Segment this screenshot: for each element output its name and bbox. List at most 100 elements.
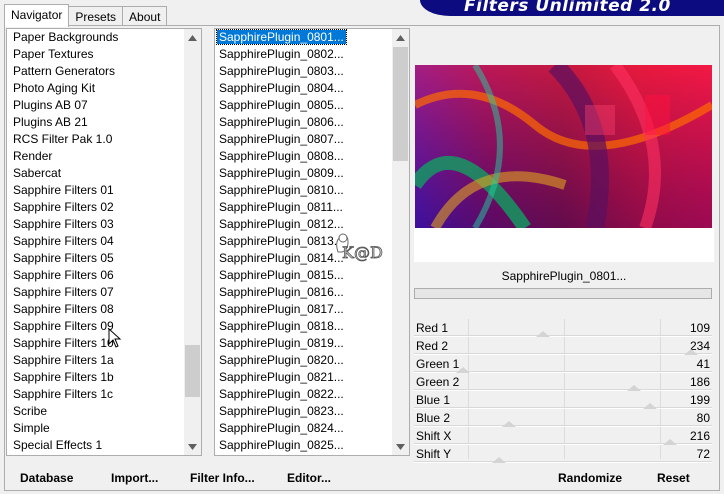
category-item[interactable]: Sapphire Filters 05 xyxy=(7,250,201,267)
parameter-row[interactable]: Shift X 216 xyxy=(414,427,716,445)
parameter-value: 186 xyxy=(689,375,710,389)
category-item[interactable]: Sapphire Filters 1a xyxy=(7,352,201,369)
filter-item[interactable]: SapphirePlugin_0801... xyxy=(215,29,409,46)
category-item[interactable]: Photo Aging Kit xyxy=(7,80,201,97)
category-scroll-thumb[interactable] xyxy=(185,345,200,397)
tab-presets[interactable]: Presets xyxy=(68,6,124,27)
filter-item[interactable]: SapphirePlugin_0818... xyxy=(215,318,409,335)
category-item[interactable]: Scribe xyxy=(7,403,201,420)
category-item[interactable]: Sapphire Filters 04 xyxy=(7,233,201,250)
filter-item[interactable]: SapphirePlugin_0819... xyxy=(215,335,409,352)
category-item[interactable]: Simple xyxy=(7,420,201,437)
tab-navigator[interactable]: Navigator xyxy=(4,4,70,27)
parameter-label: Red 1 xyxy=(416,321,449,335)
parameter-label: Blue 1 xyxy=(416,393,451,407)
category-item[interactable]: Sapphire Filters 06 xyxy=(7,267,201,284)
filter-item[interactable]: SapphirePlugin_0805... xyxy=(215,97,409,114)
tab-bar: Navigator Presets About xyxy=(4,4,168,27)
parameter-label: Green 1 xyxy=(416,357,460,371)
preview-margin xyxy=(414,228,714,262)
filter-item[interactable]: SapphirePlugin_0804... xyxy=(215,80,409,97)
filter-item[interactable]: SapphirePlugin_0807... xyxy=(215,131,409,148)
category-item[interactable]: Paper Backgrounds xyxy=(7,29,201,46)
progress-bar xyxy=(414,288,712,299)
category-item[interactable]: Render xyxy=(7,148,201,165)
category-item[interactable]: Pattern Generators xyxy=(7,63,201,80)
parameter-label: Blue 2 xyxy=(416,411,451,425)
parameter-row[interactable]: Green 2 186 xyxy=(414,373,716,391)
parameter-row[interactable]: Shift Y 72 xyxy=(414,445,716,463)
parameter-value: 199 xyxy=(689,393,710,407)
filter-item[interactable]: SapphirePlugin_0815... xyxy=(215,267,409,284)
category-item[interactable]: Sapphire Filters 1c xyxy=(7,386,201,403)
category-item[interactable]: Sapphire Filters 09 xyxy=(7,318,201,335)
category-item[interactable]: Sapphire Filters 02 xyxy=(7,199,201,216)
category-item[interactable]: Sapphire Filters 01 xyxy=(7,182,201,199)
category-item[interactable]: Sapphire Filters 08 xyxy=(7,301,201,318)
parameter-value: 80 xyxy=(696,411,710,425)
category-item[interactable]: Sapphire Filters 03 xyxy=(7,216,201,233)
category-item[interactable]: Special Effects 2 xyxy=(7,454,201,455)
filter-item[interactable]: SapphirePlugin_0823... xyxy=(215,403,409,420)
category-item[interactable]: Paper Textures xyxy=(7,46,201,63)
parameter-label: Green 2 xyxy=(416,375,460,389)
svg-text:K@D: K@D xyxy=(342,243,383,262)
filter-item[interactable]: SapphirePlugin_0802... xyxy=(215,46,409,63)
filter-item[interactable]: SapphirePlugin_0816... xyxy=(215,284,409,301)
parameter-value: 216 xyxy=(689,429,710,443)
scroll-up-icon[interactable] xyxy=(392,29,409,46)
parameter-value: 41 xyxy=(696,357,710,371)
filter-item[interactable]: SapphirePlugin_0806... xyxy=(215,114,409,131)
filter-item[interactable]: SapphirePlugin_0809... xyxy=(215,165,409,182)
parameter-row[interactable]: Blue 2 80 xyxy=(414,409,716,427)
filter-item[interactable]: SapphirePlugin_0825... xyxy=(215,437,409,454)
category-item[interactable]: Sapphire Filters 07 xyxy=(7,284,201,301)
filter-item[interactable]: SapphirePlugin_0817... xyxy=(215,301,409,318)
selected-filter-name: SapphirePlugin_0801... xyxy=(501,269,627,283)
scroll-down-icon[interactable] xyxy=(184,438,201,455)
filter-item[interactable]: SapphirePlugin_0811... xyxy=(215,199,409,216)
category-item[interactable]: Plugins AB 21 xyxy=(7,114,201,131)
banner-title: Filters Unlimited 2.0 xyxy=(464,0,671,16)
database-button[interactable]: Database xyxy=(20,463,73,491)
parameter-value: 72 xyxy=(696,447,710,461)
category-item[interactable]: Sabercat xyxy=(7,165,201,182)
filter-item[interactable]: SapphirePlugin_0803... xyxy=(215,63,409,80)
category-item[interactable]: Sapphire Filters 10 xyxy=(7,335,201,352)
tab-about[interactable]: About xyxy=(122,6,168,27)
randomize-button[interactable]: Randomize xyxy=(558,463,622,491)
parameter-label: Shift Y xyxy=(416,447,452,461)
import-button[interactable]: Import... xyxy=(111,463,158,491)
filter-item[interactable]: SapphirePlugin_0822... xyxy=(215,386,409,403)
parameter-row[interactable]: Green 1 41 xyxy=(414,355,716,373)
filter-item[interactable]: SapphirePlugin_0824... xyxy=(215,420,409,437)
parameter-label: Shift X xyxy=(416,429,452,443)
filter-item[interactable]: SapphirePlugin_0821... xyxy=(215,369,409,386)
filter-item[interactable]: SapphirePlugin_0808... xyxy=(215,148,409,165)
filter-item[interactable]: SapphirePlugin_0826... xyxy=(215,454,409,455)
filter-info-button[interactable]: Filter Info... xyxy=(190,463,255,491)
parameter-label: Red 2 xyxy=(416,339,449,353)
reset-button[interactable]: Reset xyxy=(657,463,690,491)
category-item[interactable]: Plugins AB 07 xyxy=(7,97,201,114)
button-bar: Database Import... Filter Info... Editor… xyxy=(4,463,720,491)
parameter-row[interactable]: Blue 1 199 xyxy=(414,391,716,409)
parameter-row[interactable]: Red 1 109 xyxy=(414,319,716,337)
category-item[interactable]: Special Effects 1 xyxy=(7,437,201,454)
scroll-up-icon[interactable] xyxy=(184,29,201,46)
watermark-logo: K@D xyxy=(328,228,398,266)
category-item[interactable]: RCS Filter Pak 1.0 xyxy=(7,131,201,148)
mouse-cursor-icon xyxy=(108,327,122,351)
parameter-row[interactable]: Red 2 234 xyxy=(414,337,716,355)
category-item[interactable]: Sapphire Filters 1b xyxy=(7,369,201,386)
category-scrollbar[interactable] xyxy=(184,29,201,455)
title-banner: Filters Unlimited 2.0 xyxy=(420,0,724,16)
category-list[interactable]: Paper Backgrounds Paper Textures Pattern G… xyxy=(6,28,202,456)
parameter-value: 109 xyxy=(689,321,710,335)
scroll-down-icon[interactable] xyxy=(392,438,409,455)
parameter-sliders: Red 1 109 Red 2 234 Green 1 41 Green 2 186 Blue … xyxy=(414,319,716,463)
editor-button[interactable]: Editor... xyxy=(287,463,331,491)
filter-item[interactable]: SapphirePlugin_0820... xyxy=(215,352,409,369)
filter-item[interactable]: SapphirePlugin_0810... xyxy=(215,182,409,199)
filter-scroll-thumb[interactable] xyxy=(393,47,408,161)
